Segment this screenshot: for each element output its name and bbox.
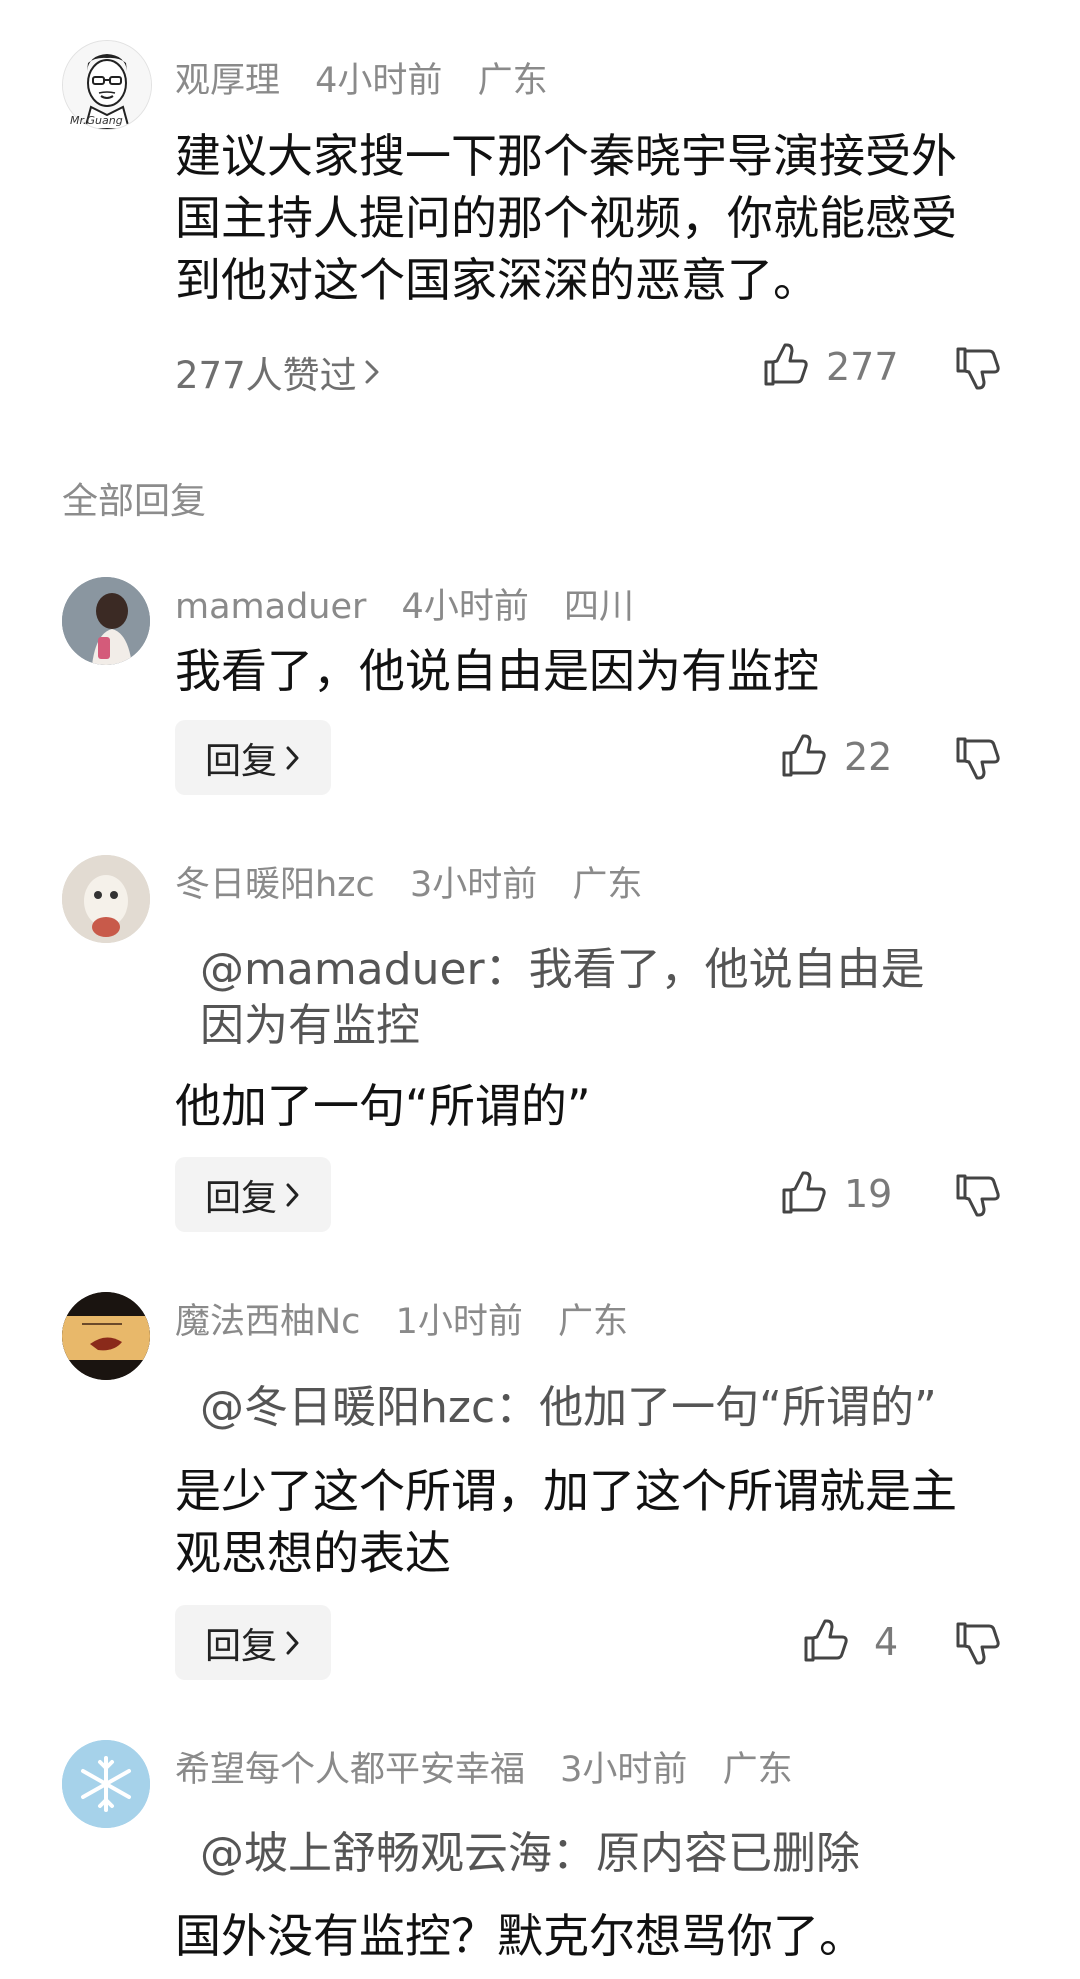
reply-3-author[interactable]: 魔法西柚Nc: [175, 1302, 360, 1342]
main-comment-author[interactable]: 观厚理: [175, 61, 280, 101]
chevron-right-icon: [285, 1182, 301, 1208]
reply-3-dislike-button[interactable]: [952, 1618, 1002, 1668]
reply-4-text: 国外没有监控？默克尔想骂你了。: [175, 1909, 865, 1963]
main-comment-avatar-caption: Mr.Guang: [70, 114, 123, 127]
main-comment-meta: 观厚理 4小时前 广东: [175, 52, 572, 103]
chevron-right-icon: [285, 745, 301, 771]
thumbs-up-icon: [782, 1171, 826, 1214]
reply-3-avatar[interactable]: [62, 1292, 150, 1380]
main-comment-dislike-button[interactable]: [952, 343, 1002, 393]
reply-3-like-button[interactable]: [800, 1616, 850, 1666]
liked-by-text: 277人赞过: [175, 354, 357, 397]
main-comment-like-count: 277: [826, 345, 899, 389]
thumbs-down-icon: [956, 737, 1000, 780]
reply-2-quote: @mamaduer：我看了，他说自由是因为有监控: [200, 944, 925, 1051]
thumbs-down-icon: [956, 1174, 1000, 1217]
reply-3-meta: 魔法西柚Nc 1小时前 广东: [175, 1293, 652, 1344]
reply-3-location: 广东: [558, 1302, 629, 1342]
reply-4-quote: @坡上舒畅观云海：原内容已删除: [200, 1828, 860, 1879]
reply-3-like-count: 4: [874, 1620, 899, 1664]
reply-2-avatar[interactable]: [62, 855, 150, 943]
thumbs-down-icon: [956, 347, 1000, 390]
thumbs-down-icon: [956, 1622, 1000, 1665]
reply-2-like-button[interactable]: [778, 1168, 828, 1218]
reply-1-meta: mamaduer 4小时前 四川: [175, 578, 658, 629]
liked-by-link[interactable]: 277人赞过: [175, 345, 381, 399]
avatar-photo-icon: [62, 855, 150, 943]
reply-1-like-count: 22: [844, 735, 893, 779]
main-comment-like-button[interactable]: [760, 340, 810, 390]
thumbs-up-icon: [782, 734, 826, 777]
reply-1-text: 我看了，他说自由是因为有监控: [175, 644, 819, 698]
snowflake-icon: [62, 1740, 150, 1828]
reply-3-text: 是少了这个所谓，加了这个所谓就是主观思想的表达: [175, 1464, 957, 1580]
thumbs-up-icon: [804, 1619, 848, 1662]
reply-4-time: 3小时前: [560, 1750, 688, 1790]
reply-1-author[interactable]: mamaduer: [175, 587, 366, 627]
reply-2-like-count: 19: [844, 1172, 893, 1216]
reply-2-time: 3小时前: [409, 865, 538, 905]
reply-3-time: 1小时前: [395, 1302, 523, 1342]
avatar-photo-icon: [62, 577, 150, 665]
reply-4-meta: 希望每个人都平安幸福 3小时前 广东: [175, 1741, 817, 1792]
reply-2-meta: 冬日暖阳hzc 3小时前 广东: [175, 856, 666, 907]
reply-3-reply-button[interactable]: 回复: [175, 1605, 331, 1680]
reply-1-avatar[interactable]: [62, 577, 150, 665]
reply-button-label: 回复: [204, 1625, 277, 1667]
reply-1-time: 4小时前: [401, 587, 529, 627]
reply-4-avatar[interactable]: [62, 1740, 150, 1828]
reply-2-author[interactable]: 冬日暖阳hzc: [175, 865, 375, 905]
reply-1-like-button[interactable]: [778, 731, 828, 781]
reply-button-label: 回复: [204, 740, 277, 782]
thumbs-up-icon: [764, 343, 808, 386]
avatar-photo-icon: [62, 1292, 150, 1380]
section-title: 全部回复: [62, 481, 207, 522]
reply-3-quote: @冬日暖阳hzc：他加了一句“所谓的”: [200, 1382, 937, 1433]
reply-2-text: 他加了一句“所谓的”: [175, 1079, 591, 1133]
reply-2-dislike-button[interactable]: [952, 1170, 1002, 1220]
reply-2-reply-button[interactable]: 回复: [175, 1157, 331, 1232]
chevron-right-icon: [285, 1630, 301, 1656]
reply-4-location: 广东: [722, 1750, 793, 1790]
main-comment-text: 建议大家搜一下那个秦晓宇导演接受外国主持人提问的那个视频，你就能感受到他对这个国…: [175, 129, 957, 307]
reply-button-label: 回复: [204, 1177, 277, 1219]
reply-1-reply-button[interactable]: 回复: [175, 720, 331, 795]
reply-1-dislike-button[interactable]: [952, 733, 1002, 783]
reply-2-location: 广东: [572, 865, 643, 905]
reply-1-location: 四川: [563, 587, 634, 627]
main-comment-time: 4小时前: [315, 61, 443, 101]
main-comment-location: 广东: [477, 61, 548, 101]
chevron-right-icon: [363, 358, 381, 386]
reply-4-author[interactable]: 希望每个人都平安幸福: [175, 1750, 525, 1790]
